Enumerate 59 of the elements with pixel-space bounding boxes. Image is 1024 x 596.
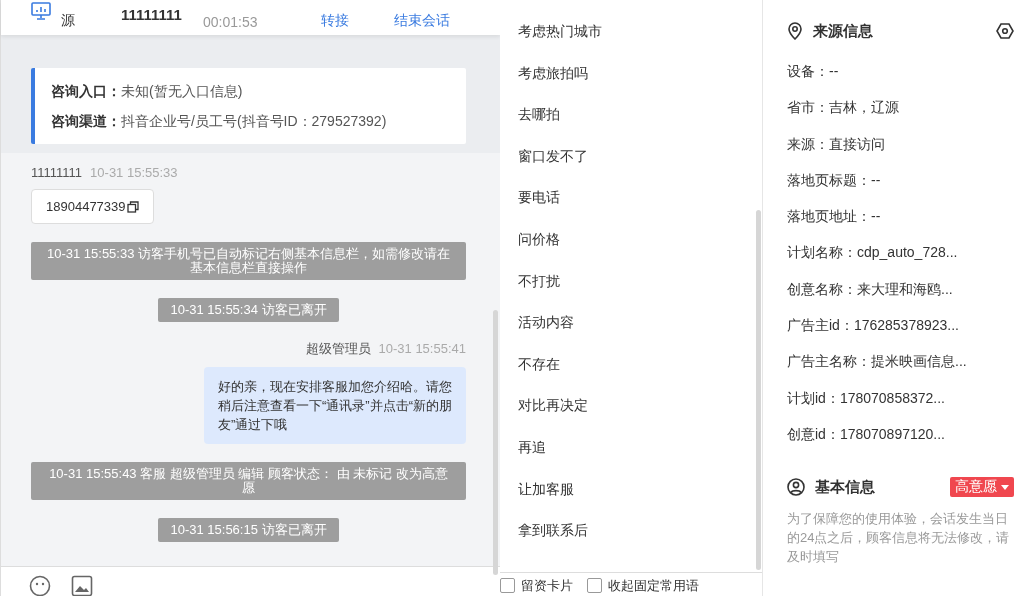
system-notice: 10-31 15:55:43 客服 超级管理员 编辑 顾客状态： 由 未标记 改为高意愿 <box>31 462 466 500</box>
message-time: 10-31 15:55:41 <box>378 341 466 356</box>
quick-reply-item[interactable]: 不存在 <box>518 352 744 395</box>
message-time: 10-31 15:55:33 <box>90 165 178 180</box>
system-notice: 10-31 15:55:33 访客手机号已自动标记右侧基本信息栏，如需修改请在基本信息栏直接操作 <box>31 242 466 280</box>
checkbox[interactable] <box>500 578 515 593</box>
copy-icon[interactable] <box>126 200 139 213</box>
location-pin-icon <box>787 22 803 40</box>
quick-reply-item[interactable]: 再追 <box>518 435 744 478</box>
info-field: 创意名称：来大理和海鸥... <box>787 280 953 297</box>
scrollbar[interactable] <box>493 310 498 575</box>
quick-reply-item[interactable]: 考虑热门城市 <box>518 20 744 62</box>
checkbox[interactable] <box>587 578 602 593</box>
consult-info-row-text: 咨询入口：未知(暂无入口信息) <box>51 82 244 101</box>
sender-name: 11111111 <box>31 165 83 180</box>
emoji-icon[interactable] <box>29 575 51 596</box>
info-field: 来源：直接访问 <box>787 135 885 152</box>
section-title: 来源信息 <box>813 21 873 41</box>
session-duration: 00:01:53 <box>203 14 259 30</box>
info-field: 计划id：178070858372... <box>787 389 945 406</box>
caret-icon[interactable] <box>1001 484 1009 490</box>
info-field: 创意id：178070897120... <box>787 425 945 442</box>
quick-reply-item[interactable]: 让加客服 <box>518 477 744 520</box>
quick-reply-item[interactable]: 对比再决定 <box>518 394 744 436</box>
sender-name: 超级管理员 <box>305 341 371 356</box>
phone-number: 18904477339 <box>46 199 126 214</box>
info-field: 计划名称：cdp_auto_728... <box>787 244 958 261</box>
info-field: 落地页标题：-- <box>787 171 881 188</box>
quick-reply-item[interactable]: 去哪拍 <box>518 103 744 145</box>
quick-reply-item[interactable]: 问价格 <box>518 227 744 270</box>
checkbox-label: 收起固定常用语 <box>608 576 699 595</box>
image-icon[interactable] <box>71 575 93 596</box>
quick-reply-item[interactable]: 活动内容 <box>518 311 744 353</box>
header-action[interactable]: 转接 <box>321 12 394 30</box>
info-field: 广告主名称：提米映画信息... <box>787 353 967 370</box>
quick-reply-item[interactable]: 窗口发不了 <box>518 144 744 187</box>
consult-info-row-text: 咨询渠道：抖音企业号/员工号(抖音号ID：279527392) <box>51 112 388 131</box>
quick-reply-item[interactable]: 考虑旅拍吗 <box>518 61 744 104</box>
monitor-icon <box>31 2 51 20</box>
source-label: 源 <box>61 12 76 30</box>
info-field: 省市：吉林，辽源 <box>787 99 899 116</box>
checkbox-label: 留资卡片 <box>521 576 573 595</box>
system-notice: 10-31 15:56:15 访客已离开 <box>158 518 339 542</box>
scrollbar[interactable] <box>756 210 761 570</box>
section-title: 基本信息 <box>815 477 875 497</box>
system-notice: 10-31 15:55:34 访客已离开 <box>158 298 339 322</box>
visitor-name: 11111111 <box>121 6 183 23</box>
notice-text: 为了保障您的使用体验，会话发生当日的24点之后，顾客信息将无法修改，请及时填写 <box>787 510 1011 567</box>
user-icon <box>787 478 805 497</box>
message-bubble: 好的亲，现在安排客服加您介绍哈。请您稍后注意查看一下“通讯录”并点击“新的朋友”通过下哦 <box>204 367 466 444</box>
info-field: 广告主id：176285378923... <box>787 317 959 334</box>
quick-reply-item[interactable]: 拿到联系后 <box>518 519 744 561</box>
quick-reply-item[interactable]: 不打扰 <box>518 269 744 312</box>
quick-reply-item[interactable]: 要电话 <box>518 186 744 228</box>
status-dropdown[interactable]: 高意愿 <box>950 477 1014 498</box>
settings-icon[interactable] <box>996 22 1014 40</box>
header-action[interactable]: 结束会话 <box>394 12 467 30</box>
info-field: 落地页地址：-- <box>787 208 881 225</box>
info-field: 设备：-- <box>787 63 839 79</box>
